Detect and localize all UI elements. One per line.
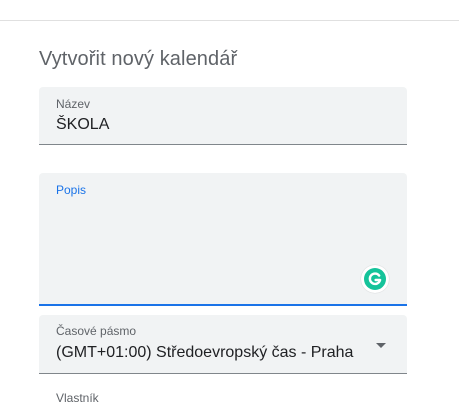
chevron-down-icon[interactable] (375, 342, 387, 349)
name-field[interactable]: Název ŠKOLA (39, 87, 407, 145)
create-calendar-page: Vytvořit nový kalendář Název ŠKOLA Popis… (0, 0, 459, 403)
name-field-value[interactable]: ŠKOLA (56, 116, 109, 134)
owner-field-label: Vlastník (56, 391, 99, 403)
description-field[interactable]: Popis (39, 173, 407, 306)
grammarly-logo (364, 268, 386, 290)
top-divider (0, 20, 459, 21)
timezone-field-value: (GMT+01:00) Středoevropský čas - Praha (56, 344, 354, 361)
name-field-label: Název (56, 97, 91, 111)
timezone-select[interactable]: Časové pásmo (GMT+01:00) Středoevropský … (39, 315, 407, 374)
page-title: Vytvořit nový kalendář (39, 48, 238, 70)
description-field-label: Popis (56, 183, 87, 197)
grammarly-icon[interactable] (361, 265, 389, 293)
timezone-field-label: Časové pásmo (56, 324, 137, 338)
